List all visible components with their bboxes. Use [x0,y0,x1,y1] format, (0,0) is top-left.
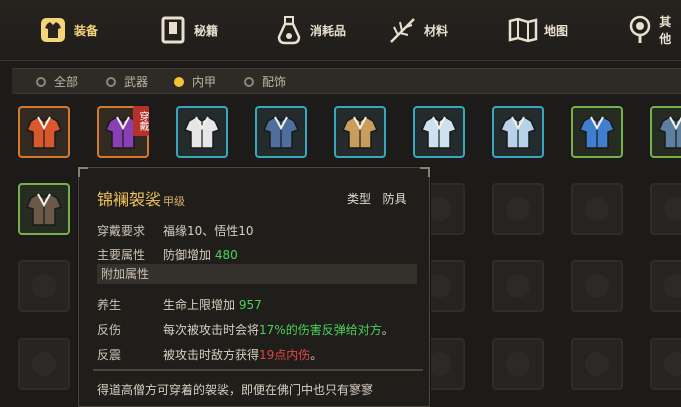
robe-icon [420,116,458,149]
category-tab-bar: 装备 秘籍 消耗品 材料 地图 其他 [0,0,681,61]
attr-row: 反伤 每次被攻击时会将17%的伤害反弹给对方。 [97,321,394,338]
inventory-slot-empty[interactable] [492,338,544,390]
map-icon [508,15,538,45]
radio-icon [106,76,116,87]
inventory-slot-empty[interactable] [18,260,70,312]
herb-icon [388,15,418,45]
inventory-item-gray-robe[interactable] [650,106,681,158]
highlight-value: 957 [238,298,262,312]
inventory-slot-empty[interactable] [650,338,681,390]
tab-map[interactable]: 地图 [508,10,568,50]
main-attribute-row: 主要属性 防御增加 480 [97,246,238,263]
robe-icon [499,116,537,149]
radio-icon [244,76,254,87]
row-value: 防御增加 [163,248,212,262]
inventory-slot-empty[interactable] [492,260,544,312]
filter-all[interactable]: 全部 [36,73,78,90]
robe-icon [25,116,63,149]
item-type: 类型 防具 [347,190,406,207]
tab-label: 消耗品 [310,23,347,38]
radio-icon [36,76,46,87]
row-suffix: 。 [310,348,323,362]
tab-label: 秘籍 [194,23,219,38]
inventory-slot-empty[interactable] [571,338,623,390]
row-value: 每次被攻击时会将 [163,323,260,337]
inventory-slot-empty[interactable] [18,338,70,390]
tab-label: 装备 [74,23,99,38]
inventory-slot-empty[interactable] [571,183,623,235]
filter-label: 内甲 [192,75,217,89]
inventory-slot-empty[interactable] [571,260,623,312]
tab-other[interactable]: 其他 [626,10,681,50]
filter-accessory[interactable]: 配饰 [244,73,286,90]
type-label: 类型 [347,192,372,206]
extra-attributes-header: 附加属性 [97,264,417,284]
filter-inner-armor[interactable]: 内甲 [174,73,216,90]
robe-icon [657,116,681,149]
frame-corner [420,167,430,177]
filter-label: 配饰 [262,75,287,89]
inventory-item-purple-robe[interactable]: 穿戴 [97,106,149,158]
inventory-item-blue-robe[interactable] [571,106,623,158]
row-key: 反伤 [97,323,122,337]
tab-label: 材料 [424,23,449,38]
item-name: 锦襕袈裟 甲级 [97,186,185,210]
tab-manuals[interactable]: 秘籍 [158,10,218,50]
item-tooltip: 锦襕袈裟 甲级 类型 防具 穿戴要求 福缘10、悟性10 主要属性 防御增加 480 … [78,167,430,407]
inventory-slot-empty[interactable] [650,183,681,235]
filter-weapon[interactable]: 武器 [106,73,148,90]
equipped-badge: 穿戴 [133,106,149,136]
tab-label: 其他 [659,15,672,46]
inventory-item-light-blue-robe[interactable] [492,106,544,158]
item-name-text: 锦襕袈裟 [97,190,162,209]
row-suffix: 。 [381,323,394,337]
inventory-item-tan-robe[interactable] [334,106,386,158]
defense-value: 480 [214,248,238,262]
row-value: 被攻击时敌方获得 [163,348,260,362]
item-grade: 甲级 [163,195,186,208]
inventory-item-orange-robe[interactable] [18,106,70,158]
inventory-item-white-robe[interactable] [176,106,228,158]
tab-equipment[interactable]: 装备 [38,10,98,50]
inventory-item-brown-robe[interactable] [18,183,70,235]
highlight-value: 17%的伤害反弹给对方 [259,323,382,337]
robe-icon [25,193,63,226]
potion-icon [274,15,304,45]
row-value: 福缘10、悟性10 [163,224,254,238]
radio-selected-icon [174,76,184,87]
robe-icon [341,116,379,149]
robe-icon [183,116,221,149]
book-icon [158,15,188,45]
filter-bar: 全部 武器 内甲 配饰 [12,68,681,94]
armor-icon [38,15,68,45]
row-key: 养生 [97,298,122,312]
divider [93,369,423,371]
highlight-value: 19点内伤 [259,348,311,362]
attr-row: 反震 被攻击时敌方获得19点内伤。 [97,346,322,363]
row-value: 生命上限增加 [163,298,236,312]
row-key: 穿戴要求 [97,224,146,238]
tab-label: 地图 [544,23,569,38]
inventory-slot-empty[interactable] [492,183,544,235]
inventory-slot-empty[interactable] [650,260,681,312]
row-key: 反震 [97,348,122,362]
tab-consumables[interactable]: 消耗品 [274,10,346,50]
tab-materials[interactable]: 材料 [388,10,448,50]
filter-label: 全部 [54,75,79,89]
attr-row: 养生 生命上限增加 957 [97,296,262,313]
robe-icon [262,116,300,149]
filter-label: 武器 [124,75,149,89]
item-description: 得道高僧方可穿着的袈裟，即便在佛门中也只有寥寥 [97,383,374,397]
mirror-icon [626,15,653,45]
frame-corner [78,167,88,177]
requirement-row: 穿戴要求 福缘10、悟性10 [97,222,254,239]
inventory-item-blue-white-robe[interactable] [413,106,465,158]
inventory-item-navy-robe[interactable] [255,106,307,158]
robe-icon [578,116,616,149]
row-key: 主要属性 [97,248,146,262]
type-value: 防具 [382,192,407,206]
